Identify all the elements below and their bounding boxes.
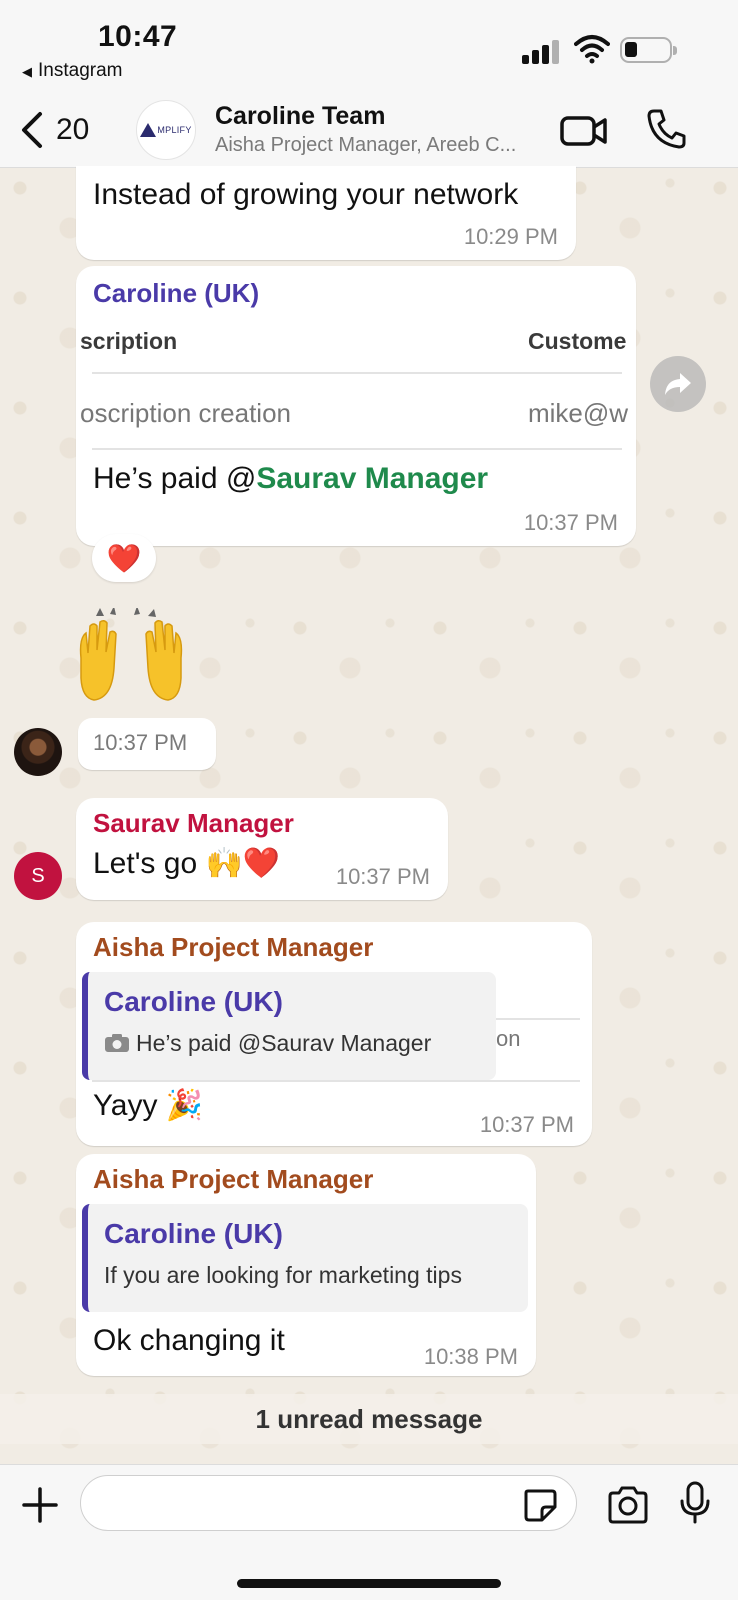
message-bubble[interactable]: 10:37 PM: [78, 718, 216, 770]
message-time: 10:37 PM: [479, 1112, 574, 1137]
message-bubble[interactable]: Instead of growing your network 10:29 PM: [76, 166, 576, 260]
message-input[interactable]: [80, 1475, 577, 1531]
avatar[interactable]: S: [14, 852, 62, 900]
group-avatar[interactable]: MPLIFY: [136, 100, 196, 160]
message-bubble[interactable]: Saurav Manager Let's go 🙌❤️ 10:37 PM: [76, 798, 448, 900]
table-cell: oscription creation: [80, 398, 291, 428]
back-triangle-icon: ◀: [22, 64, 32, 79]
group-logo-text: MPLIFY: [157, 125, 192, 135]
message-text: Instead of growing your network: [93, 178, 519, 211]
unread-banner: 1 unread message: [0, 1394, 738, 1444]
message-time: 10:38 PM: [423, 1344, 518, 1369]
home-indicator: [237, 1579, 501, 1588]
composer-bar: [0, 1464, 738, 1600]
message-time: 10:37 PM: [93, 730, 188, 755]
heart-reaction[interactable]: ❤️: [92, 534, 156, 582]
message-time: 10:29 PM: [463, 224, 558, 249]
status-time: 10:47: [98, 20, 178, 53]
message-sender: Saurav Manager: [93, 808, 294, 838]
message-sender: Caroline (UK): [93, 278, 260, 308]
phone-icon[interactable]: [646, 108, 686, 150]
table-divider: [92, 1080, 580, 1082]
quoted-text-value: He’s paid @Saurav Manager: [136, 1030, 432, 1056]
quoted-message[interactable]: Caroline (UK) If you are looking for mar…: [82, 1204, 528, 1312]
table-header-cell: scription: [80, 328, 178, 354]
message-time: 10:37 PM: [335, 864, 430, 889]
camera-icon[interactable]: [606, 1485, 650, 1525]
status-bar: 10:47 ◀ Instagram: [0, 0, 738, 92]
quoted-sender: Caroline (UK): [104, 986, 283, 1017]
table-divider: [92, 372, 622, 374]
message-bubble[interactable]: Aisha Project Manager on Caroline (UK) H…: [76, 922, 592, 1146]
message-text: Let's go 🙌❤️: [93, 847, 281, 880]
battery-icon: [620, 37, 677, 63]
chat-header: 20 MPLIFY Caroline Team Aisha Project Ma…: [0, 92, 738, 168]
message-text: Ok changing it: [93, 1324, 285, 1357]
plus-icon[interactable]: [20, 1485, 60, 1525]
message-time: 10:37 PM: [523, 510, 618, 535]
message-bubble[interactable]: Caroline (UK) scription Custome oscripti…: [76, 266, 636, 546]
group-members[interactable]: Aisha Project Manager, Areeb C...: [215, 134, 545, 157]
group-title[interactable]: Caroline Team: [215, 102, 385, 131]
camera-icon: [105, 1034, 129, 1052]
back-chevron-icon: [22, 112, 42, 148]
cellular-signal-icon: [522, 38, 562, 64]
quoted-sender: Caroline (UK): [104, 1218, 283, 1249]
back-button[interactable]: 20: [16, 106, 89, 154]
table-cell: mike@w: [528, 398, 629, 428]
back-to-app-link[interactable]: ◀ Instagram: [22, 60, 122, 82]
forward-icon: [665, 373, 691, 395]
table-divider: [92, 448, 622, 450]
message-bubble[interactable]: Aisha Project Manager Caroline (UK) If y…: [76, 1154, 536, 1376]
quoted-message[interactable]: Caroline (UK) He’s paid @Saurav Manager: [82, 972, 496, 1080]
message-text: Yayy 🎉: [93, 1089, 204, 1122]
table-cell: on: [496, 1026, 521, 1051]
wifi-icon: [574, 35, 610, 64]
message-text-prefix: He’s paid @: [93, 462, 257, 495]
message-sender: Aisha Project Manager: [93, 932, 374, 962]
sticker-icon[interactable]: [522, 1487, 558, 1523]
avatar[interactable]: [14, 728, 62, 776]
video-call-icon[interactable]: [560, 110, 608, 150]
microphone-icon[interactable]: [678, 1481, 712, 1525]
back-app-label: Instagram: [38, 60, 123, 81]
message-sender: Aisha Project Manager: [93, 1164, 374, 1194]
mention-link[interactable]: Saurav Manager: [256, 462, 488, 495]
quoted-text: If you are looking for marketing tips: [104, 1262, 462, 1288]
quoted-text: He’s paid @Saurav Manager: [104, 1030, 431, 1057]
forward-button[interactable]: [650, 356, 706, 412]
message-text: He’s paid @Saurav Manager: [93, 462, 488, 496]
table-header-cell: Custome: [528, 328, 627, 354]
unread-chats-count: 20: [56, 113, 90, 146]
logo-triangle-icon: [140, 123, 157, 137]
raising-hands-emoji: [79, 608, 183, 701]
